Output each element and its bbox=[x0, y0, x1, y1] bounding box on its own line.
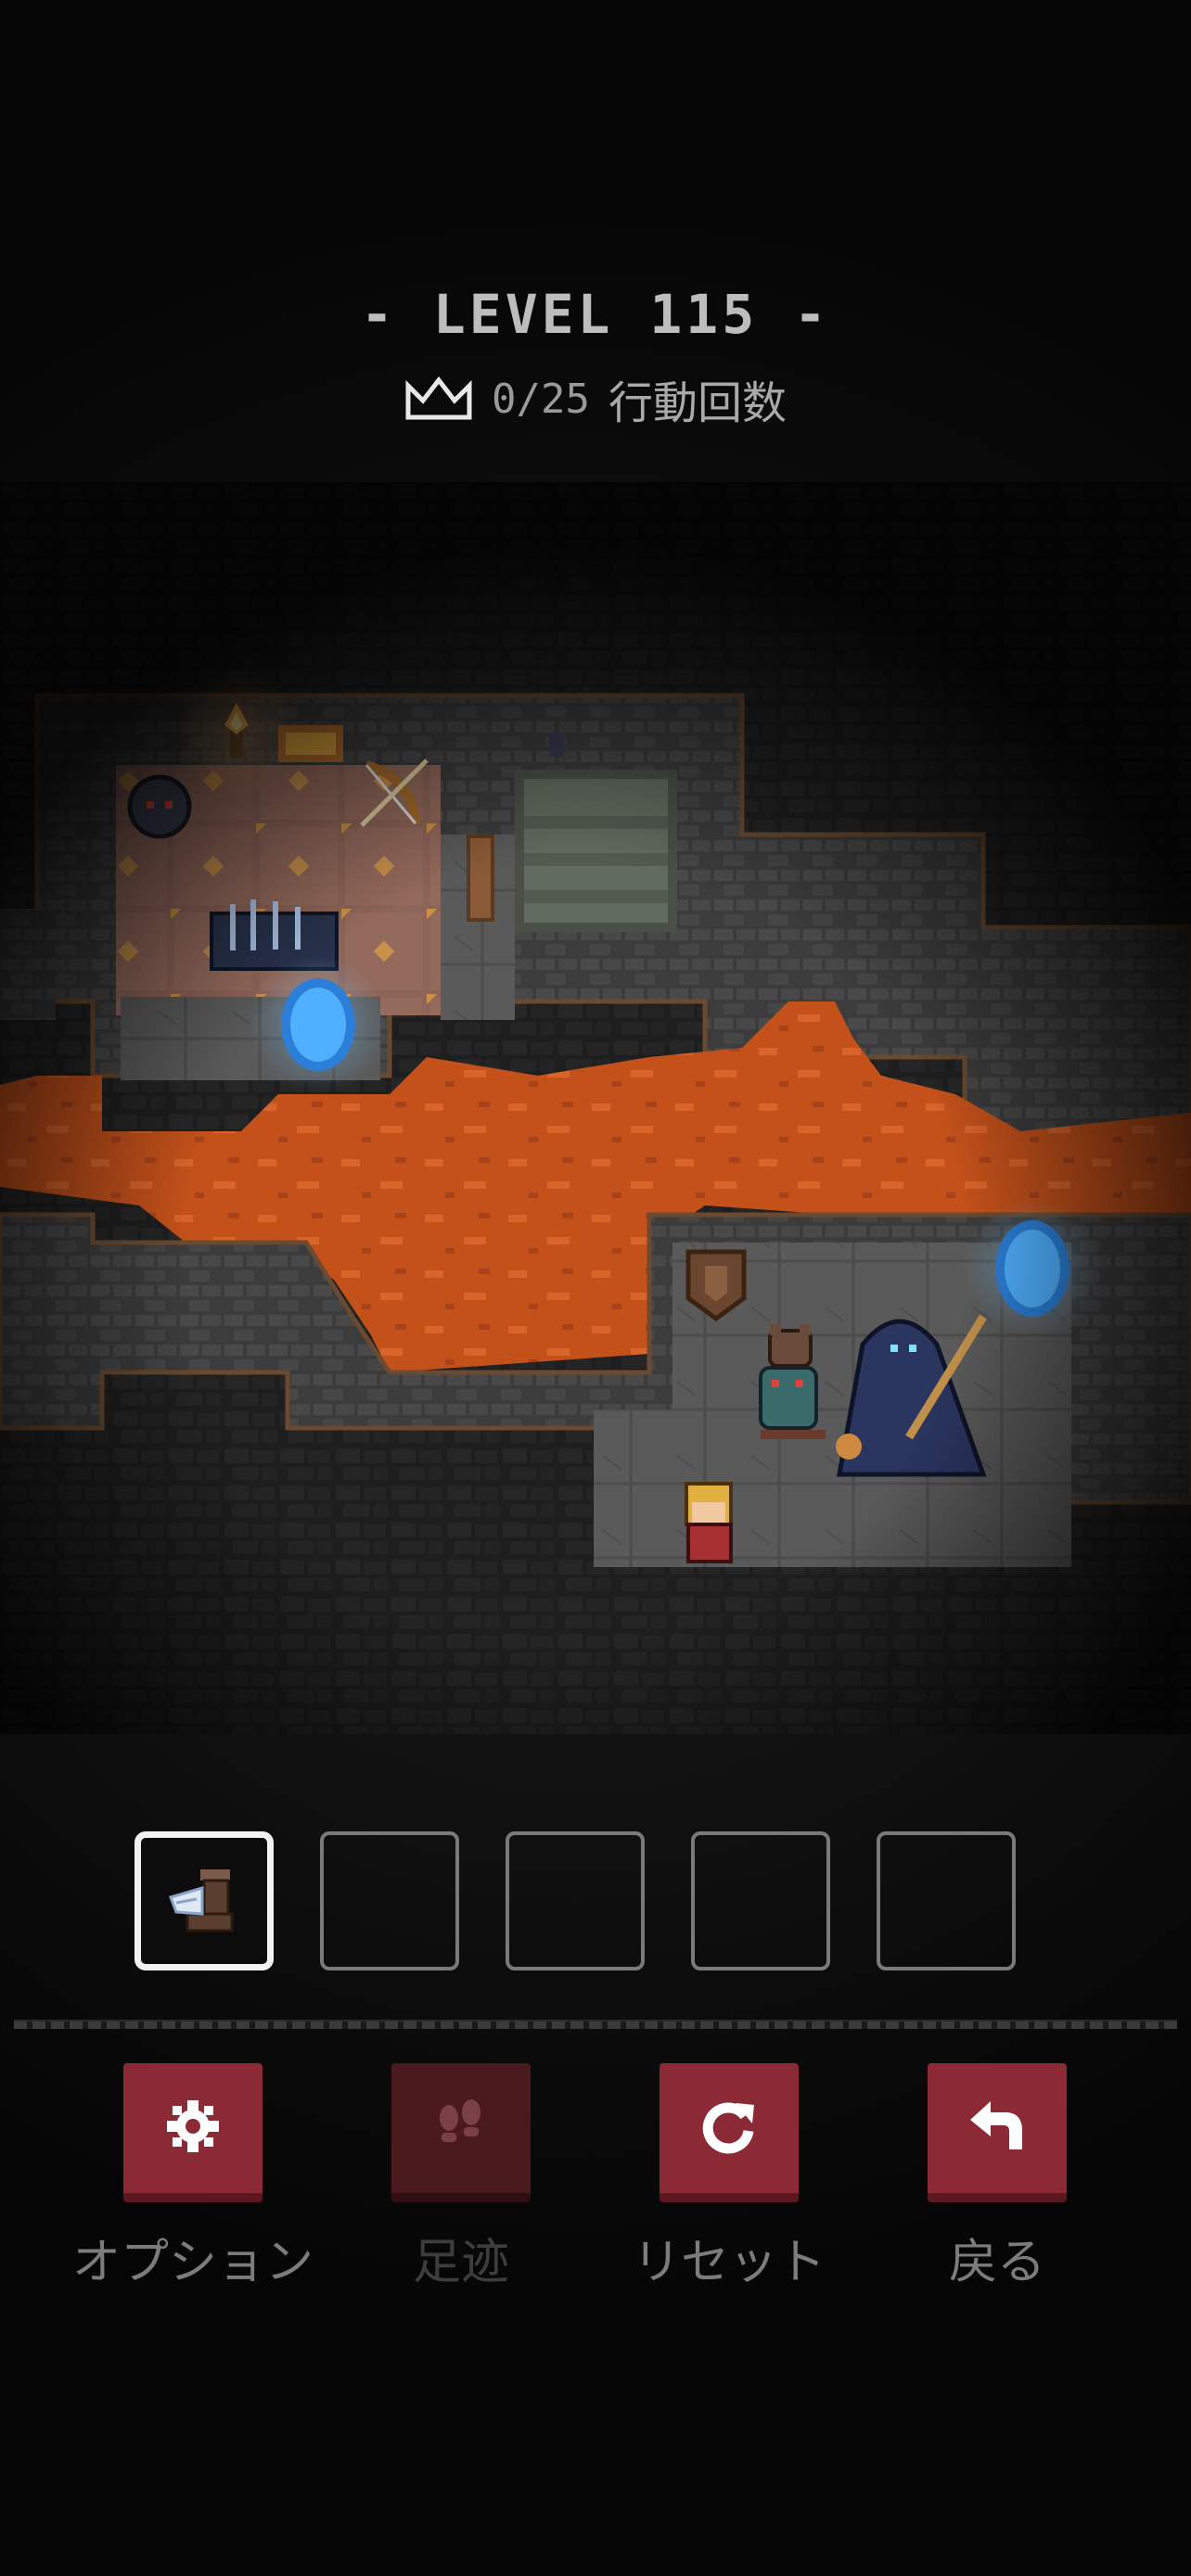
bottom-controls: オプション 足迹 リセット 戻る bbox=[0, 2063, 1191, 2304]
gear-icon bbox=[163, 2097, 223, 2160]
dungeon-map[interactable] bbox=[0, 482, 1191, 1734]
moves-counter: 0/25 行動回数 bbox=[0, 366, 1191, 431]
inventory-slot-3[interactable] bbox=[506, 1831, 645, 1970]
inventory-bar bbox=[134, 1831, 1016, 1970]
game-screen: - LEVEL 115 - 0/25 行動回数 オプション 足迹 リセット 戻る bbox=[0, 0, 1191, 2576]
options-control: オプション bbox=[72, 2063, 314, 2292]
footprints-control: 足迹 bbox=[340, 2063, 582, 2292]
divider bbox=[14, 2020, 1177, 2029]
footprints-icon bbox=[429, 2094, 493, 2162]
undo-button[interactable] bbox=[928, 2063, 1067, 2202]
moves-count: 0/25 bbox=[492, 375, 590, 423]
inventory-slot-1[interactable] bbox=[134, 1831, 274, 1970]
options-label: オプション bbox=[72, 2235, 314, 2290]
inventory-slot-5[interactable] bbox=[877, 1831, 1016, 1970]
inventory-slot-4[interactable] bbox=[691, 1831, 830, 1970]
inventory-slot-2[interactable] bbox=[320, 1831, 459, 1970]
darkness-overlay bbox=[0, 482, 1191, 1734]
winged-boots-icon bbox=[160, 1856, 249, 1949]
options-button[interactable] bbox=[123, 2063, 263, 2202]
undo-arrow-icon bbox=[965, 2094, 1030, 2162]
reset-icon bbox=[697, 2094, 762, 2162]
back-label: 戻る bbox=[948, 2235, 1045, 2290]
level-title: - LEVEL 115 - bbox=[361, 283, 830, 346]
reset-label: リセット bbox=[632, 2235, 826, 2290]
footprints-label: 足迹 bbox=[412, 2235, 509, 2290]
footprints-button[interactable] bbox=[391, 2063, 531, 2202]
reset-button[interactable] bbox=[660, 2063, 799, 2202]
crown-icon bbox=[404, 375, 473, 423]
back-control: 戻る bbox=[877, 2063, 1118, 2292]
reset-control: リセット bbox=[608, 2063, 850, 2292]
moves-label: 行動回数 bbox=[608, 377, 787, 429]
